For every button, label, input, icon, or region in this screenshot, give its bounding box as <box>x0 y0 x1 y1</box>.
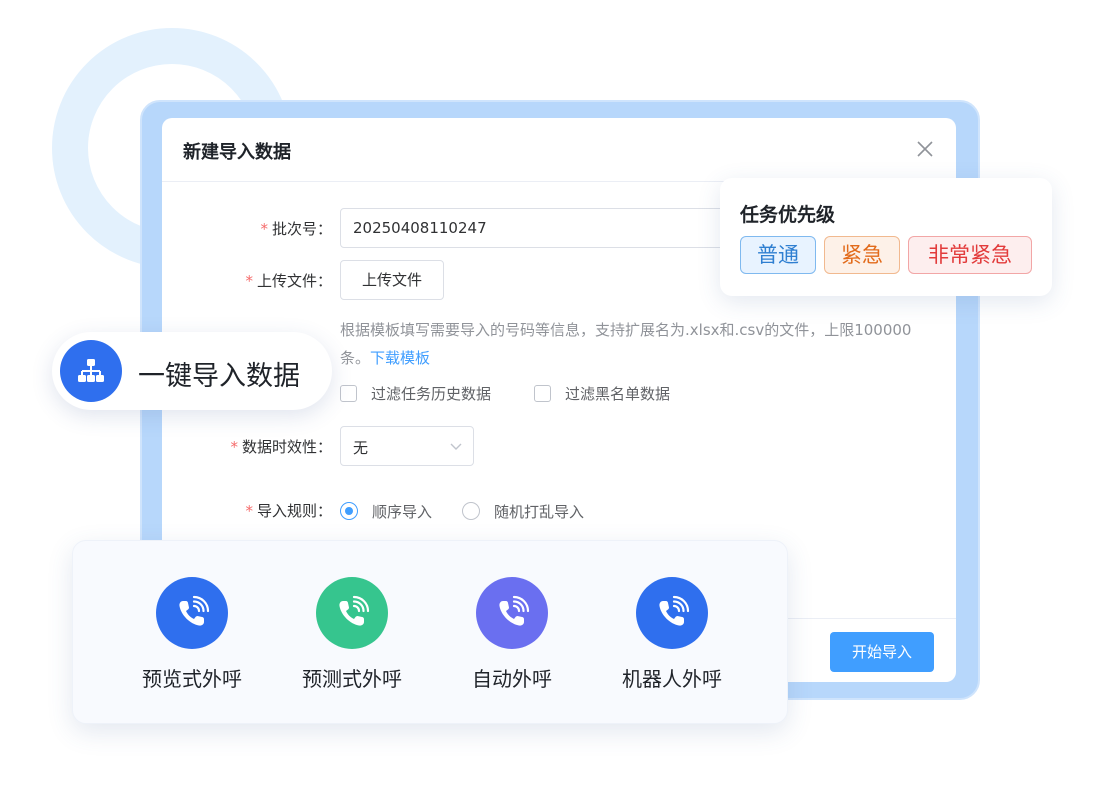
download-template-link[interactable]: 下载模板 <box>370 349 430 367</box>
checkbox-box[interactable] <box>340 384 357 402</box>
phone-call-icon <box>636 577 708 649</box>
checkbox-label: 过滤任务历史数据 <box>371 384 492 403</box>
call-mode-robot[interactable]: 机器人外呼 <box>597 577 747 692</box>
dialog-header: 新建导入数据 <box>162 118 956 182</box>
call-mode-label: 预测式外呼 <box>302 667 402 691</box>
one-click-import-label: 一键导入数据 <box>138 361 300 392</box>
checkbox-label: 过滤黑名单数据 <box>565 384 671 403</box>
call-modes-panel: 预览式外呼 预测式外呼 自动外呼 机器人外呼 <box>72 540 788 724</box>
validity-selected-value: 无 <box>353 439 369 457</box>
chevron-down-icon <box>450 443 462 450</box>
phone-call-icon <box>476 577 548 649</box>
priority-tag-normal[interactable]: 普通 <box>740 236 816 274</box>
start-import-button[interactable]: 开始导入 <box>830 632 934 672</box>
radio-dot-selected[interactable] <box>340 502 358 520</box>
call-mode-label: 机器人外呼 <box>622 667 722 691</box>
priority-title: 任务优先级 <box>740 204 836 226</box>
call-mode-preview[interactable]: 预览式外呼 <box>117 577 267 692</box>
call-mode-label: 预览式外呼 <box>142 667 242 691</box>
call-mode-predictive[interactable]: 预测式外呼 <box>277 577 427 692</box>
one-click-import-badge: 一键导入数据 <box>52 332 332 410</box>
upload-hint: 根据模板填写需要导入的号码等信息，支持扩展名为.xlsx和.csv的文件，上限1… <box>340 321 912 367</box>
rule-sequential-radio[interactable]: 顺序导入 <box>340 500 432 522</box>
filter-history-checkbox[interactable]: 过滤任务历史数据 <box>340 382 491 404</box>
radio-dot[interactable] <box>462 502 480 520</box>
upload-file-button[interactable]: 上传文件 <box>340 260 444 300</box>
priority-tag-urgent[interactable]: 紧急 <box>824 236 900 274</box>
radio-label: 随机打乱导入 <box>494 502 585 521</box>
validity-label: * 数据时效性： <box>230 438 332 456</box>
rule-random-radio[interactable]: 随机打乱导入 <box>462 500 584 522</box>
upload-label: * 上传文件： <box>245 272 332 290</box>
org-chart-icon <box>60 340 122 402</box>
call-mode-auto[interactable]: 自动外呼 <box>437 577 587 692</box>
priority-card: 任务优先级 普通 紧急 非常紧急 <box>720 178 1052 296</box>
dialog-title: 新建导入数据 <box>183 142 291 163</box>
validity-select[interactable]: 无 <box>340 426 474 466</box>
rule-label: * 导入规则： <box>245 502 332 520</box>
batch-label: * 批次号： <box>260 220 332 238</box>
phone-call-icon <box>316 577 388 649</box>
radio-label: 顺序导入 <box>372 502 433 521</box>
priority-tag-very-urgent[interactable]: 非常紧急 <box>908 236 1032 274</box>
checkbox-box[interactable] <box>534 384 551 402</box>
call-mode-label: 自动外呼 <box>472 667 552 691</box>
phone-call-icon <box>156 577 228 649</box>
filter-blacklist-checkbox[interactable]: 过滤黑名单数据 <box>534 382 670 404</box>
close-icon[interactable] <box>916 140 934 158</box>
